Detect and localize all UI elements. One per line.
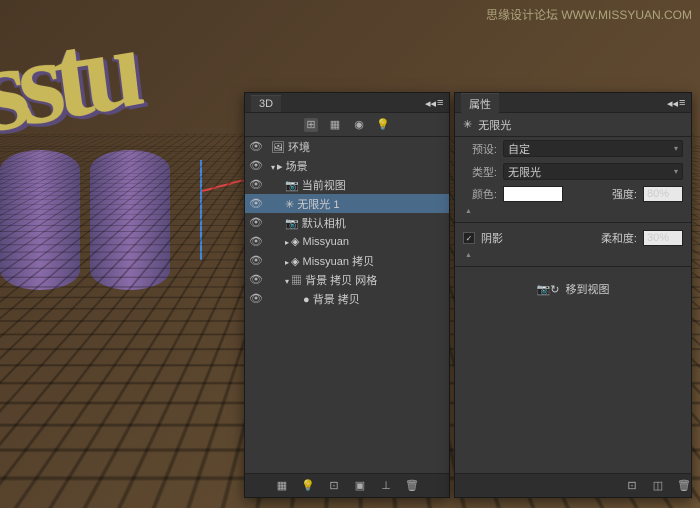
disclosure-icon[interactable]: ▾	[271, 163, 275, 172]
filter-all-icon[interactable]: ⊞	[304, 118, 318, 132]
properties-subheader: ✳ 无限光	[455, 113, 691, 137]
trash-icon[interactable]: 🗑	[677, 479, 691, 493]
item-label: 场景	[286, 161, 308, 173]
filter-material-icon[interactable]: ◉	[352, 118, 366, 132]
filter-light-icon[interactable]: 💡	[376, 118, 390, 132]
item-type-icon: ✳	[285, 199, 294, 211]
light-type-icon: ✳	[463, 118, 472, 131]
softness-input[interactable]: 30%	[643, 230, 683, 246]
softness-label: 柔和度:	[601, 230, 637, 246]
tree-row[interactable]: 👁 ▾▦ 背景 拷贝 网格	[245, 270, 449, 289]
3d-panel-footer: ▦ 💡 ⊡ ▣ ⊥ 🗑	[245, 473, 449, 497]
watermark: 思缘设计论坛 WWW.MISSYUAN.COM	[486, 6, 692, 23]
properties-footer: ⊡ ◫ 🗑	[455, 473, 691, 497]
3d-object	[90, 150, 170, 290]
panel-header[interactable]: 属性 ◂◂ ≡	[455, 93, 691, 113]
slider-handle-icon[interactable]: ▲	[465, 208, 472, 215]
render-settings-icon[interactable]: ⊡	[625, 479, 639, 493]
visibility-icon[interactable]: 👁	[249, 254, 263, 267]
visibility-icon[interactable]: 👁	[249, 140, 263, 153]
item-type-icon: 📷	[285, 180, 299, 192]
trash-icon[interactable]: 🗑	[405, 479, 419, 493]
item-type-icon: 🖼	[271, 142, 285, 154]
item-label: 当前视图	[302, 180, 346, 192]
item-type-icon: ◈	[291, 256, 299, 268]
shadow-checkbox[interactable]: ✓	[463, 232, 475, 244]
intensity-input[interactable]: 80%	[643, 186, 683, 202]
tab-properties[interactable]: 属性	[461, 93, 499, 114]
shadow-label: 阴影	[481, 230, 503, 246]
filter-mesh-icon[interactable]: ▦	[328, 118, 342, 132]
panel-header[interactable]: 3D ◂◂ ≡	[245, 93, 449, 113]
color-swatch[interactable]	[503, 186, 563, 202]
camera-icon[interactable]: ⊡	[327, 479, 341, 493]
visibility-icon[interactable]: 👁	[249, 216, 263, 229]
visibility-icon[interactable]: 👁	[249, 273, 263, 286]
3d-tree: 👁🖼 环境👁▾▸ 场景👁📷 当前视图👁✳ 无限光 1👁📷 默认相机👁▸◈ Mis…	[245, 137, 449, 473]
item-label: Missyuan	[303, 236, 349, 248]
mesh-icon[interactable]: ▦	[275, 479, 289, 493]
visibility-icon[interactable]: 👁	[249, 159, 263, 172]
preset-label: 预设:	[463, 141, 497, 157]
coordinates-icon[interactable]: ◫	[651, 479, 665, 493]
item-label: 背景 拷贝	[313, 294, 360, 306]
color-label: 颜色:	[463, 186, 497, 202]
properties-subtitle: 无限光	[478, 117, 511, 133]
item-label: 环境	[288, 142, 310, 154]
separator	[455, 222, 691, 223]
slider-handle-icon[interactable]: ▲	[465, 252, 472, 259]
tree-row[interactable]: 👁 ▾▸ 场景	[245, 156, 449, 175]
tree-row[interactable]: 👁 ✳ 无限光 1	[245, 194, 449, 213]
item-type-icon: ◈	[291, 236, 299, 248]
menu-icon[interactable]: ≡	[679, 97, 687, 105]
3d-filter-toolbar: ⊞ ▦ ◉ 💡	[245, 113, 449, 137]
item-label: 默认相机	[302, 218, 346, 230]
new-icon[interactable]: ⊥	[379, 479, 393, 493]
item-type-icon: ▦	[291, 275, 302, 287]
disclosure-icon[interactable]: ▸	[285, 238, 289, 247]
move-icon: 📷↻	[537, 283, 560, 296]
visibility-icon[interactable]: 👁	[249, 235, 263, 248]
separator	[455, 266, 691, 267]
disclosure-icon[interactable]: ▸	[285, 258, 289, 267]
tree-row[interactable]: 👁 ● 背景 拷贝	[245, 289, 449, 308]
type-label: 类型:	[463, 164, 497, 180]
item-type-icon: 📷	[285, 218, 299, 230]
render-icon[interactable]: ▣	[353, 479, 367, 493]
light-icon[interactable]: 💡	[301, 479, 315, 493]
preset-dropdown[interactable]: 自定	[503, 140, 683, 157]
visibility-icon[interactable]: 👁	[249, 292, 263, 305]
tab-3d[interactable]: 3D	[251, 95, 281, 112]
axis-z	[200, 160, 202, 260]
tree-row[interactable]: 👁 📷 当前视图	[245, 175, 449, 194]
collapse-icon[interactable]: ◂◂	[667, 97, 675, 105]
menu-icon[interactable]: ≡	[437, 97, 445, 105]
type-dropdown[interactable]: 无限光	[503, 163, 683, 180]
intensity-label: 强度:	[612, 186, 637, 202]
collapse-icon[interactable]: ◂◂	[425, 97, 433, 105]
3d-object	[0, 150, 80, 290]
tree-row[interactable]: 👁 📷 默认相机	[245, 213, 449, 232]
visibility-icon[interactable]: 👁	[249, 197, 263, 210]
item-label: 无限光 1	[297, 199, 339, 211]
move-to-view-button[interactable]: 📷↻ 移到视图	[455, 281, 691, 297]
item-type-icon: ▸	[277, 161, 283, 173]
properties-body: 预设: 自定 类型: 无限光 颜色: 强度: 80% ▲ ✓ 阴影 柔和度: 3…	[455, 137, 691, 473]
item-label: 背景 拷贝 网格	[305, 275, 377, 287]
visibility-icon[interactable]: 👁	[249, 178, 263, 191]
3d-panel: 3D ◂◂ ≡ ⊞ ▦ ◉ 💡 👁🖼 环境👁▾▸ 场景👁📷 当前视图👁✳ 无限光…	[244, 92, 450, 498]
disclosure-icon[interactable]: ▾	[285, 277, 289, 286]
item-label: Missyuan 拷贝	[303, 256, 375, 268]
tree-row[interactable]: 👁 ▸◈ Missyuan 拷贝	[245, 251, 449, 270]
item-type-icon: ●	[303, 294, 310, 306]
tree-row[interactable]: 👁 ▸◈ Missyuan	[245, 232, 449, 251]
properties-panel: 属性 ◂◂ ≡ ✳ 无限光 预设: 自定 类型: 无限光 颜色: 强度: 80%…	[454, 92, 692, 498]
tree-row[interactable]: 👁 🖼 环境	[245, 137, 449, 156]
